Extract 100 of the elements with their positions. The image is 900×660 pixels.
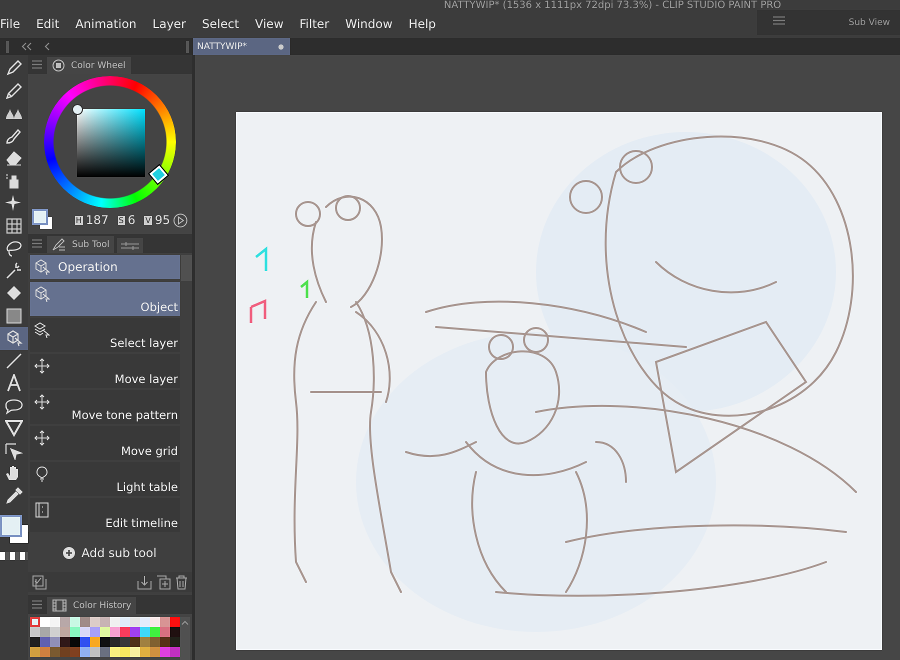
chevron-icon[interactable] bbox=[44, 42, 50, 51]
sub-tool-item[interactable]: Light table bbox=[30, 462, 180, 496]
menu-item[interactable]: Animation bbox=[67, 17, 145, 38]
panel-tab[interactable]: Color History bbox=[47, 597, 136, 614]
menu-item[interactable]: Select bbox=[194, 17, 248, 38]
color-swatch[interactable] bbox=[40, 617, 50, 627]
color-swatch[interactable] bbox=[30, 637, 40, 647]
checkbox-icon[interactable] bbox=[32, 574, 47, 590]
color-swatch[interactable] bbox=[80, 617, 90, 627]
play-icon[interactable] bbox=[173, 212, 188, 228]
color-swatch[interactable] bbox=[30, 617, 40, 627]
color-swatch[interactable] bbox=[140, 637, 150, 647]
color-swatch[interactable] bbox=[160, 627, 170, 637]
menu-item[interactable]: Filter bbox=[292, 17, 338, 38]
color-swatch[interactable] bbox=[40, 647, 50, 657]
sub-tool-item[interactable]: Move grid bbox=[30, 426, 180, 460]
color-swatch[interactable] bbox=[30, 627, 40, 637]
sub-tool-item[interactable]: Move tone pattern bbox=[30, 390, 180, 424]
duplicate-icon[interactable] bbox=[156, 574, 171, 590]
color-swatch[interactable] bbox=[140, 617, 150, 627]
color-swatch[interactable] bbox=[100, 637, 110, 647]
color-swatch[interactable] bbox=[50, 617, 60, 627]
color-swatch[interactable] bbox=[150, 617, 160, 627]
menu-icon[interactable] bbox=[32, 60, 42, 69]
color-swatch[interactable] bbox=[160, 637, 170, 647]
color-swatch[interactable] bbox=[50, 637, 60, 647]
sub-tool-item[interactable]: Move layer bbox=[30, 354, 180, 388]
color-swatch[interactable] bbox=[60, 637, 70, 647]
menu-item[interactable]: Edit bbox=[28, 17, 68, 38]
panel-tab[interactable]: Sub Tool bbox=[47, 236, 114, 253]
color-swatch[interactable] bbox=[100, 647, 110, 657]
sub-tool-item[interactable]: Object bbox=[30, 282, 180, 316]
menu-item[interactable]: File bbox=[0, 17, 28, 38]
sub-tool-item[interactable]: Select layer bbox=[30, 318, 180, 352]
color-swatch[interactable] bbox=[70, 617, 80, 627]
color-swatch[interactable] bbox=[150, 627, 160, 637]
sliders-tab[interactable] bbox=[117, 238, 144, 253]
import-icon[interactable] bbox=[137, 574, 152, 590]
double-chevron-icon[interactable] bbox=[21, 42, 32, 51]
transparent-color-swatch[interactable] bbox=[0, 552, 28, 560]
color-swatch[interactable] bbox=[30, 647, 40, 657]
color-swatch[interactable] bbox=[50, 627, 60, 637]
scrollbar[interactable] bbox=[180, 617, 190, 660]
color-swatch[interactable] bbox=[130, 647, 140, 657]
scrollbar[interactable] bbox=[181, 255, 192, 281]
color-swatch[interactable] bbox=[70, 637, 80, 647]
color-swatch[interactable] bbox=[80, 647, 90, 657]
color-swatch[interactable] bbox=[130, 637, 140, 647]
menu-item[interactable]: Layer bbox=[144, 17, 194, 38]
color-swatch[interactable] bbox=[130, 627, 140, 637]
menu-item[interactable]: Help bbox=[400, 17, 444, 38]
color-swatch[interactable] bbox=[110, 647, 120, 657]
saturation-value-square[interactable] bbox=[77, 109, 145, 177]
color-swatch[interactable] bbox=[170, 617, 180, 627]
color-swatch[interactable] bbox=[80, 637, 90, 647]
menu-icon[interactable] bbox=[32, 239, 42, 248]
menu-item[interactable]: Window bbox=[337, 17, 401, 38]
sub-tool-item[interactable]: Edit timeline bbox=[30, 498, 180, 532]
menu-icon[interactable] bbox=[32, 600, 42, 609]
color-swatch[interactable] bbox=[80, 627, 90, 637]
color-swatch[interactable] bbox=[100, 627, 110, 637]
color-swatch[interactable] bbox=[90, 627, 100, 637]
color-swatch[interactable] bbox=[140, 647, 150, 657]
tool-group-header[interactable]: Operation bbox=[30, 255, 180, 279]
color-swatch[interactable] bbox=[130, 617, 140, 627]
color-swatch[interactable] bbox=[110, 637, 120, 647]
menu-item[interactable]: View bbox=[247, 17, 292, 38]
color-swatch[interactable] bbox=[120, 637, 130, 647]
color-swatch[interactable] bbox=[170, 647, 180, 657]
color-swatch[interactable] bbox=[150, 637, 160, 647]
color-swatch[interactable] bbox=[90, 637, 100, 647]
close-icon[interactable] bbox=[278, 44, 284, 50]
color-swatch[interactable] bbox=[90, 647, 100, 657]
color-swatch[interactable] bbox=[60, 627, 70, 637]
color-swatch[interactable] bbox=[170, 627, 180, 637]
color-swatch[interactable] bbox=[70, 627, 80, 637]
color-swatch[interactable] bbox=[110, 617, 120, 627]
color-swatch[interactable] bbox=[50, 647, 60, 657]
color-swatch[interactable] bbox=[70, 647, 80, 657]
document-tab[interactable]: NATTYWIP* bbox=[193, 38, 290, 55]
color-swatch[interactable] bbox=[120, 617, 130, 627]
color-swatch[interactable] bbox=[60, 617, 70, 627]
canvas[interactable] bbox=[236, 112, 882, 650]
trash-icon[interactable] bbox=[175, 574, 188, 590]
color-swatch[interactable] bbox=[150, 647, 160, 657]
color-swatch[interactable] bbox=[110, 627, 120, 637]
operation-tool-button[interactable] bbox=[0, 327, 28, 350]
color-swatch[interactable] bbox=[120, 627, 130, 637]
color-swatch[interactable] bbox=[120, 647, 130, 657]
color-swatch[interactable] bbox=[160, 617, 170, 627]
menu-icon[interactable] bbox=[773, 16, 785, 24]
color-swatch[interactable] bbox=[170, 637, 180, 647]
color-swatch[interactable] bbox=[160, 647, 170, 657]
color-swatch[interactable] bbox=[140, 627, 150, 637]
color-swatch[interactable] bbox=[60, 647, 70, 657]
add-sub-tool-button[interactable]: Add sub tool bbox=[28, 536, 192, 570]
color-swatch[interactable] bbox=[40, 637, 50, 647]
color-swatch[interactable] bbox=[90, 617, 100, 627]
color-swatch[interactable] bbox=[100, 617, 110, 627]
color-swatch[interactable] bbox=[40, 627, 50, 637]
